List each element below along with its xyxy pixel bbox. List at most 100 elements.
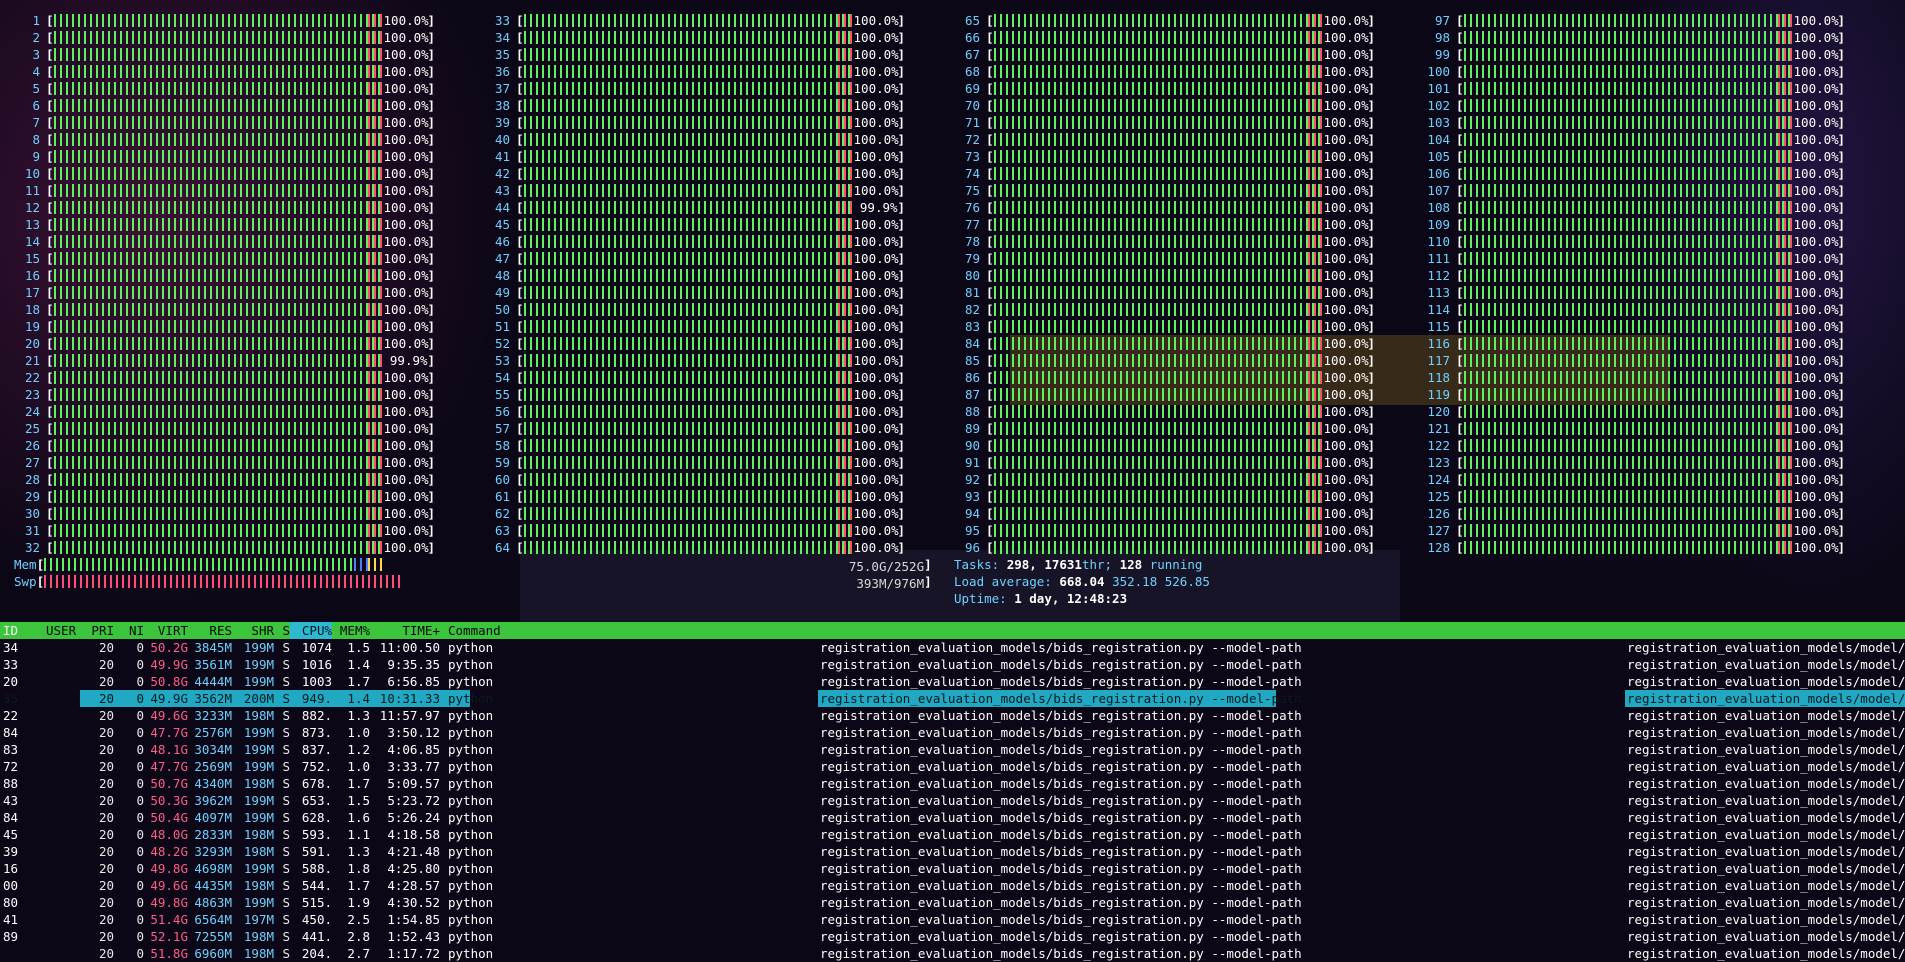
cpu-meter: 121[100.0%] (1424, 420, 1845, 437)
cell-ni: 0 (136, 793, 144, 808)
cpu-id: 67 (964, 47, 980, 62)
cpu-bar: 100.0% (1463, 30, 1839, 45)
col-pri[interactable]: PRI (90, 622, 114, 639)
table-row[interactable]: 45 20 0 48.0G 2833M 198M S 593. 1.1 4:18.58 python… (0, 826, 1905, 843)
cpu-percent: 100.0% (383, 98, 429, 113)
table-row[interactable]: 80 20 0 49.8G 4863M 199M S 515. 1.9 4:30.52 python… (0, 894, 1905, 911)
cpu-bar: 100.0% (53, 438, 429, 453)
cpu-id: 25 (24, 421, 40, 436)
cpu-percent: 100.0% (853, 30, 899, 45)
cpu-id: 69 (964, 81, 980, 96)
cell-ni: 0 (136, 810, 144, 825)
cpu-id: 45 (494, 217, 510, 232)
cpu-bar: 100.0% (523, 472, 899, 487)
table-row[interactable]: 39 20 0 48.2G 3293M 198M S 591. 1.3 4:21.48 python… (0, 843, 1905, 860)
cpu-meter: 48[100.0%] (484, 267, 905, 284)
cpu-bar: 100.0% (523, 234, 899, 249)
cpu-meter: 57[100.0%] (484, 420, 905, 437)
cell-user (46, 792, 90, 809)
table-row[interactable]: 41 20 0 51.4G 6564M 197M S 450. 2.5 1:54.85 python… (0, 911, 1905, 928)
cpu-bar: 100.0% (523, 166, 899, 181)
col-ni[interactable]: NI (114, 622, 144, 639)
col-virt[interactable]: VIRT (144, 622, 188, 639)
cpu-id: 27 (24, 455, 40, 470)
cpu-percent: 100.0% (1793, 285, 1839, 300)
cell-pri: 20 (98, 776, 114, 791)
cpu-id: 86 (964, 370, 980, 385)
cell-cpu: 882. (301, 708, 332, 723)
cpu-percent: 100.0% (383, 336, 429, 351)
col-mem[interactable]: MEM% (332, 622, 370, 639)
cpu-percent: 100.0% (853, 353, 899, 368)
cell-res: 3293M (194, 844, 232, 859)
cell-user (46, 809, 90, 826)
cpu-bar: 100.0% (1463, 523, 1839, 538)
table-row[interactable]: 20 0 51.8G 6960M 198M S 204. 2.7 1:17.72 python re… (0, 945, 1905, 962)
cpu-bar: 100.0% (53, 132, 429, 147)
cpu-id: 118 (1427, 370, 1450, 385)
cpu-id: 56 (494, 404, 510, 419)
cpu-percent: 100.0% (1323, 13, 1369, 28)
cell-mem: 2.8 (347, 929, 370, 944)
cell-ni: 0 (136, 895, 144, 910)
table-row[interactable]: 84 20 0 50.4G 4097M 199M S 628. 1.6 5:26.24 python… (0, 809, 1905, 826)
table-row[interactable]: 00 20 0 49.6G 4435M 198M S 544. 1.7 4:28.57 python… (0, 877, 1905, 894)
cpu-meter: 64[100.0%] (484, 539, 905, 556)
table-row[interactable]: 20 20 0 50.8G 4444M 199M S 1003 1.7 6:56.85 python… (0, 673, 1905, 690)
table-row[interactable]: 34 20 0 50.2G 3845M 199M S 1074 1.5 11:00.50 pytho… (0, 639, 1905, 656)
cell-cmd: python (448, 759, 494, 774)
cell-user (46, 690, 90, 707)
col-user[interactable]: USER (46, 622, 90, 639)
cpu-meter: 74[100.0%] (954, 165, 1375, 182)
table-row[interactable]: 72 20 0 47.7G 2569M 199M S 752. 1.0 3:33.77 python… (0, 758, 1905, 775)
col-state[interactable]: S (274, 622, 290, 639)
table-row[interactable]: 88 20 0 50.7G 4340M 198M S 678. 1.7 5:09.57 python… (0, 775, 1905, 792)
cpu-percent: 100.0% (1793, 404, 1839, 419)
cpu-id: 73 (964, 149, 980, 164)
cpu-id: 88 (964, 404, 980, 419)
cpu-bar: 100.0% (993, 47, 1369, 62)
cell-pri: 20 (98, 946, 114, 961)
cpu-percent: 100.0% (853, 472, 899, 487)
cpu-id: 20 (24, 336, 40, 351)
cpu-id: 125 (1427, 489, 1450, 504)
cell-virt: 48.0G (150, 827, 188, 842)
cell-res: 3561M (194, 657, 232, 672)
table-row[interactable]: 84 20 0 47.7G 2576M 199M S 873. 1.0 3:50.12 python… (0, 724, 1905, 741)
cpu-meter: 41[100.0%] (484, 148, 905, 165)
col-shr[interactable]: SHR (232, 622, 274, 639)
col-id[interactable]: ID (0, 622, 46, 639)
cell-time: 6:56.85 (387, 674, 440, 689)
table-row[interactable]: 22 20 0 49.6G 3233M 198M S 882. 1.3 11:57.97 pytho… (0, 707, 1905, 724)
table-row-selected[interactable]: 35 20 0 49.9G 3562M 200M S 949. 1.4 10:31.33 pytho… (0, 690, 1905, 707)
col-cpu-sorted[interactable]: CPU% (290, 622, 332, 639)
table-row[interactable]: 89 20 0 52.1G 7255M 198M S 441. 2.8 1:52.43 python… (0, 928, 1905, 945)
cell-user (46, 843, 90, 860)
process-table: ID USER PRI NI VIRT RES SHR S CPU% MEM% … (0, 622, 1905, 962)
table-row[interactable]: 16 20 0 49.8G 4698M 199M S 588. 1.8 4:25.80 python… (0, 860, 1905, 877)
cell-shr: 198M (243, 929, 274, 944)
cell-shr: 198M (243, 827, 274, 842)
table-row[interactable]: 33 20 0 49.9G 3561M 199M S 1016 1.4 9:35.35 python… (0, 656, 1905, 673)
table-row[interactable]: 43 20 0 50.3G 3962M 199M S 653. 1.5 5:23.72 python… (0, 792, 1905, 809)
cpu-bar: 100.0% (1463, 13, 1839, 28)
col-command[interactable]: Command (440, 622, 568, 639)
cpu-bar: 100.0% (523, 81, 899, 96)
cpu-meter: 112[100.0%] (1424, 267, 1845, 284)
cell-id: 20 (3, 674, 19, 689)
cpu-bar: 100.0% (523, 353, 899, 368)
cpu-meter: 23[100.0%] (14, 386, 435, 403)
cpu-bar: 100.0% (53, 540, 429, 555)
cpu-id: 21 (24, 353, 40, 368)
cpu-bar: 100.0% (993, 404, 1369, 419)
cpu-meter: 50[100.0%] (484, 301, 905, 318)
cpu-meter: 82[100.0%] (954, 301, 1375, 318)
col-time[interactable]: TIME+ (370, 622, 440, 639)
cpu-bar: 100.0% (1463, 47, 1839, 62)
cpu-meter: 103[100.0%] (1424, 114, 1845, 131)
cell-cmd: python (448, 657, 494, 672)
col-res[interactable]: RES (188, 622, 232, 639)
cell-virt: 49.8G (150, 861, 188, 876)
cpu-id: 47 (494, 251, 510, 266)
table-row[interactable]: 83 20 0 48.1G 3034M 199M S 837. 1.2 4:06.85 python… (0, 741, 1905, 758)
